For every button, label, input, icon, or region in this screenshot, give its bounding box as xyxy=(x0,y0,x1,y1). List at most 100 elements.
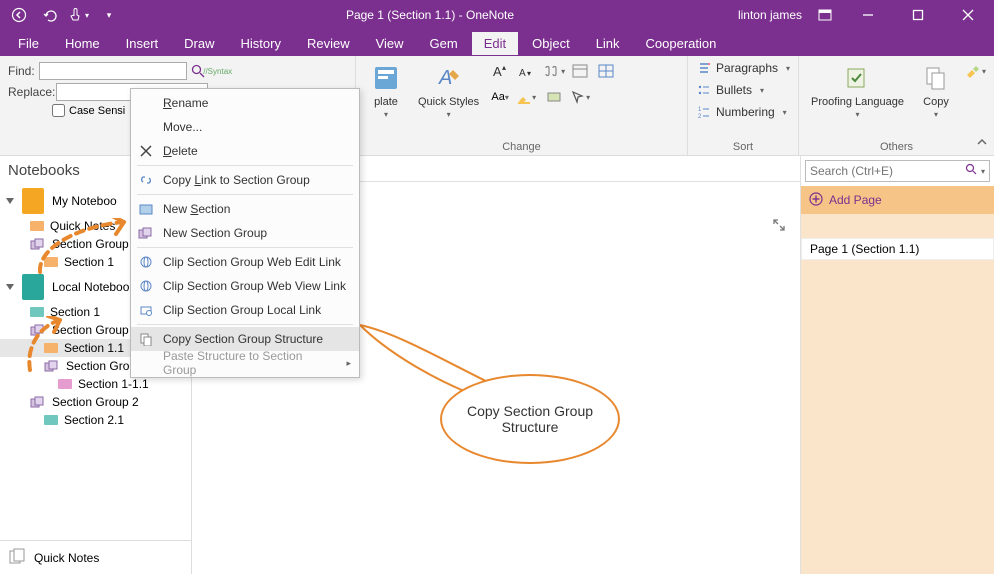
template-button[interactable]: plate▾ xyxy=(364,60,408,122)
globe-icon xyxy=(137,277,155,295)
local-section-group-2[interactable]: Section Group 2 xyxy=(0,393,191,411)
collapse-ribbon-icon[interactable] xyxy=(976,136,988,151)
ctx-new-section-group[interactable]: New Section Group xyxy=(131,221,359,245)
ctx-clip-web-edit[interactable]: Clip Section Group Web Edit Link xyxy=(131,250,359,274)
delete-icon xyxy=(137,142,155,160)
quick-styles-button[interactable]: A Quick Styles▾ xyxy=(414,60,483,122)
menu-object[interactable]: Object xyxy=(520,32,582,55)
menu-file[interactable]: File xyxy=(6,32,51,55)
menu-bar: File Home Insert Draw History Review Vie… xyxy=(0,30,994,56)
change-case-button[interactable]: Aa▾ xyxy=(489,86,511,108)
bullets-button[interactable]: Bullets▾ xyxy=(696,82,790,98)
chevron-down-icon xyxy=(6,198,14,204)
user-name[interactable]: linton james xyxy=(738,8,802,22)
close-button[interactable] xyxy=(948,1,988,29)
copy-button[interactable]: Copy▾ xyxy=(914,60,958,122)
case-sensitive-checkbox[interactable] xyxy=(52,104,65,117)
ctx-paste-structure: Paste Structure to Section Group▸ xyxy=(131,351,359,375)
ctx-copy-structure[interactable]: Copy Section Group Structure xyxy=(131,327,359,351)
minimize-button[interactable] xyxy=(848,1,888,29)
link-icon xyxy=(137,171,155,189)
notebook-icon xyxy=(22,188,44,214)
qat-customize[interactable]: ▾ xyxy=(96,2,122,28)
table-button[interactable] xyxy=(595,60,617,82)
undo-button[interactable] xyxy=(36,2,62,28)
syntax-button[interactable]: //Syntax xyxy=(209,62,227,80)
menu-review[interactable]: Review xyxy=(295,32,362,55)
template-icon xyxy=(370,62,402,94)
menu-link[interactable]: Link xyxy=(584,32,632,55)
quick-notes-footer[interactable]: Quick Notes xyxy=(0,540,191,574)
increase-font-icon[interactable]: A▴ xyxy=(489,60,511,82)
section-group-icon xyxy=(137,224,155,242)
pointer-button[interactable]: ▾ xyxy=(569,86,591,108)
ctx-new-section[interactable]: New Section xyxy=(131,197,359,221)
menu-insert[interactable]: Insert xyxy=(114,32,171,55)
title-bar: ▾ ▾ Page 1 (Section 1.1) - OneNote linto… xyxy=(0,0,994,30)
menu-cooperation[interactable]: Cooperation xyxy=(634,32,729,55)
numbering-button[interactable]: 12Numbering▾ xyxy=(696,104,790,120)
context-menu: Rename Move... Delete Copy Link to Secti… xyxy=(130,88,360,378)
svg-text:1: 1 xyxy=(698,107,702,113)
highlight-tool-icon[interactable]: ▾ xyxy=(964,60,986,82)
section-icon xyxy=(58,379,72,389)
page-list-item[interactable]: Page 1 (Section 1.1) xyxy=(801,238,994,260)
touch-mode-button[interactable]: ▾ xyxy=(66,2,92,28)
search-input[interactable] xyxy=(810,164,965,178)
section-group-icon xyxy=(30,396,46,408)
svg-text:A: A xyxy=(493,64,502,79)
find-input[interactable] xyxy=(39,62,187,80)
script-button[interactable]: ▾ xyxy=(543,60,565,82)
quick-styles-icon: A xyxy=(433,62,465,94)
expand-page-icon[interactable] xyxy=(772,218,786,235)
menu-draw[interactable]: Draw xyxy=(172,32,226,55)
menu-gem[interactable]: Gem xyxy=(418,32,470,55)
ctx-move[interactable]: Move... xyxy=(131,115,359,139)
globe-icon xyxy=(137,253,155,271)
section-icon xyxy=(44,415,58,425)
section-icon xyxy=(137,200,155,218)
change-group-label: Change xyxy=(364,141,679,153)
search-box[interactable]: ▾ xyxy=(805,160,990,182)
decrease-font-icon[interactable]: A▾ xyxy=(515,60,537,82)
paragraphs-icon xyxy=(696,60,712,76)
find-label: Find: xyxy=(8,64,35,78)
annotation-arrow-1 xyxy=(28,218,138,278)
svg-text:A: A xyxy=(519,68,526,79)
window-title: Page 1 (Section 1.1) - OneNote xyxy=(122,8,738,22)
copy-icon xyxy=(920,62,952,94)
paragraphs-button[interactable]: Paragraphs▾ xyxy=(696,60,790,76)
search-scope-dropdown[interactable]: ▾ xyxy=(981,167,985,176)
local-link-icon xyxy=(137,301,155,319)
ribbon-display-options[interactable] xyxy=(812,2,838,28)
add-icon xyxy=(809,192,823,209)
insert-symbol-button[interactable] xyxy=(569,60,591,82)
quick-notes-icon xyxy=(8,547,26,568)
maximize-button[interactable] xyxy=(898,1,938,29)
pages-panel: ▾ Add Page Page 1 (Section 1.1) xyxy=(800,156,994,574)
ctx-copy-link[interactable]: Copy Link to Section Group xyxy=(131,168,359,192)
menu-view[interactable]: View xyxy=(364,32,416,55)
numbering-icon: 12 xyxy=(696,104,712,120)
menu-edit[interactable]: Edit xyxy=(472,32,518,55)
page-list: Page 1 (Section 1.1) xyxy=(801,214,994,574)
ctx-clip-local[interactable]: Clip Section Group Local Link xyxy=(131,298,359,322)
highlight-element-button[interactable] xyxy=(543,86,565,108)
local-section-2-1[interactable]: Section 2.1 xyxy=(0,411,191,429)
ctx-rename[interactable]: Rename xyxy=(131,91,359,115)
proofing-language-button[interactable]: Proofing Language▾ xyxy=(807,60,908,122)
chevron-down-icon xyxy=(6,284,14,290)
back-button[interactable] xyxy=(6,2,32,28)
svg-text:▾: ▾ xyxy=(527,69,531,78)
highlight-button[interactable]: ▾ xyxy=(515,86,537,108)
menu-history[interactable]: History xyxy=(229,32,293,55)
case-sensitive-label: Case Sensi xyxy=(69,105,125,117)
ctx-delete[interactable]: Delete xyxy=(131,139,359,163)
sort-group-label: Sort xyxy=(696,141,790,153)
add-page-button[interactable]: Add Page xyxy=(801,186,994,214)
notebooks-heading: Notebooks xyxy=(8,162,80,179)
proofing-icon xyxy=(842,62,874,94)
menu-home[interactable]: Home xyxy=(53,32,112,55)
search-icon[interactable] xyxy=(965,163,978,179)
ctx-clip-web-view[interactable]: Clip Section Group Web View Link xyxy=(131,274,359,298)
